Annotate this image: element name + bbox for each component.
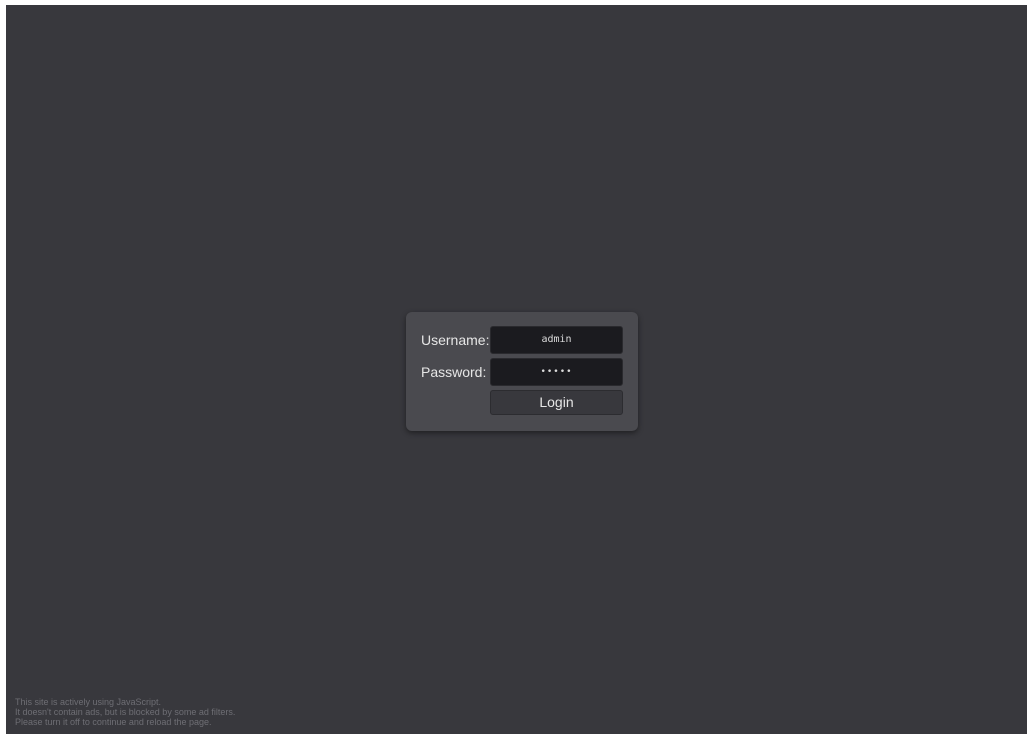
- notice-line: Please turn it off to continue and reloa…: [15, 717, 212, 727]
- password-row: Password: •••••: [406, 358, 638, 386]
- notice-line: It doesn't contain ads, but is blocked b…: [15, 707, 236, 717]
- login-panel: Username: admin Password: ••••• Login: [406, 312, 638, 431]
- javascript-notice: This site is actively using JavaScript. …: [15, 697, 235, 727]
- notice-line: This site is actively using JavaScript.: [15, 697, 162, 707]
- password-input[interactable]: •••••: [490, 358, 623, 386]
- password-label: Password:: [421, 364, 487, 380]
- login-button[interactable]: Login: [490, 390, 623, 415]
- username-input[interactable]: admin: [490, 326, 623, 354]
- page-background: Username: admin Password: ••••• Login Th…: [6, 5, 1027, 734]
- username-row: Username: admin: [406, 326, 638, 354]
- username-label: Username:: [421, 332, 490, 348]
